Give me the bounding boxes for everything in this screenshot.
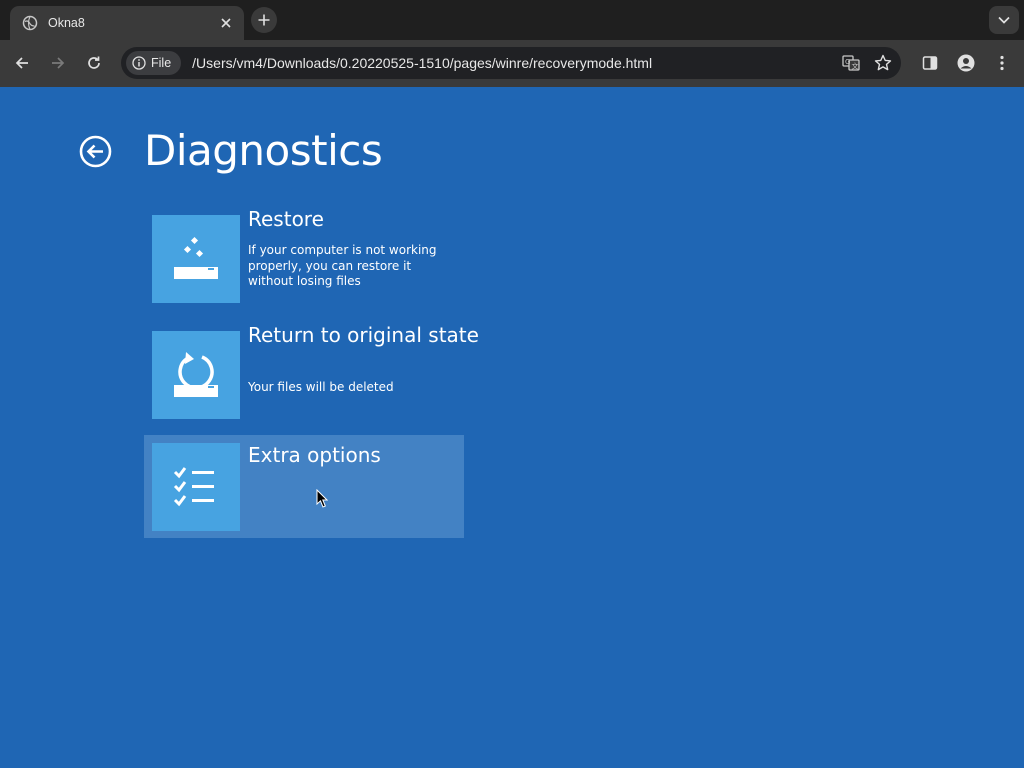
option-title: Restore	[248, 207, 324, 231]
side-panel-icon	[922, 56, 938, 70]
mouse-cursor-icon	[316, 489, 328, 508]
tab-search-button[interactable]	[989, 6, 1019, 34]
back-nav-button[interactable]	[8, 49, 36, 77]
translate-icon[interactable]: G文	[837, 49, 865, 77]
page-title: Diagnostics	[144, 126, 383, 175]
globe-icon	[22, 15, 38, 31]
option-title: Return to original state	[248, 323, 479, 347]
arrow-right-icon	[52, 57, 65, 69]
back-button[interactable]	[79, 135, 112, 168]
account-icon	[957, 54, 975, 72]
plus-icon	[258, 14, 270, 26]
bookmark-star-icon[interactable]	[869, 49, 897, 77]
site-info-label: File	[151, 56, 172, 70]
more-vertical-icon	[1000, 55, 1004, 71]
svg-text:文: 文	[852, 62, 859, 71]
option-restore[interactable]: Restore If your computer is not working …	[144, 207, 464, 310]
reset-icon	[152, 331, 240, 419]
side-panel-button[interactable]	[916, 49, 944, 77]
browser-toolbar: File /Users/vm4/Downloads/0.20220525-151…	[0, 40, 1024, 87]
site-info-chip[interactable]: File	[126, 51, 182, 75]
option-title: Extra options	[248, 443, 381, 467]
browser-tab[interactable]: Okna8	[10, 6, 244, 40]
forward-nav-button[interactable]	[44, 49, 72, 77]
option-extra-options[interactable]: Extra options	[144, 435, 464, 538]
checklist-icon	[152, 443, 240, 531]
chevron-down-icon	[998, 16, 1010, 24]
tab-strip: Okna8	[0, 0, 1024, 40]
new-tab-button[interactable]	[251, 7, 277, 33]
info-icon	[132, 56, 146, 70]
option-description: If your computer is not working properly…	[248, 243, 437, 288]
option-reset[interactable]: Return to original state Your files will…	[144, 323, 479, 426]
url-text[interactable]: /Users/vm4/Downloads/0.20220525-1510/pag…	[192, 55, 837, 71]
restore-icon	[152, 215, 240, 303]
option-description: Your files will be deleted	[248, 380, 394, 394]
back-arrow-circle-icon	[79, 135, 112, 168]
reload-icon	[88, 56, 100, 69]
arrow-left-icon	[15, 57, 28, 69]
browser-menu-button[interactable]	[988, 49, 1016, 77]
address-bar[interactable]: File /Users/vm4/Downloads/0.20220525-151…	[121, 47, 901, 79]
tab-title: Okna8	[48, 16, 85, 30]
reload-button[interactable]	[80, 49, 108, 77]
close-tab-icon[interactable]	[214, 11, 238, 35]
svg-text:G: G	[845, 58, 850, 66]
profile-button[interactable]	[952, 49, 980, 77]
